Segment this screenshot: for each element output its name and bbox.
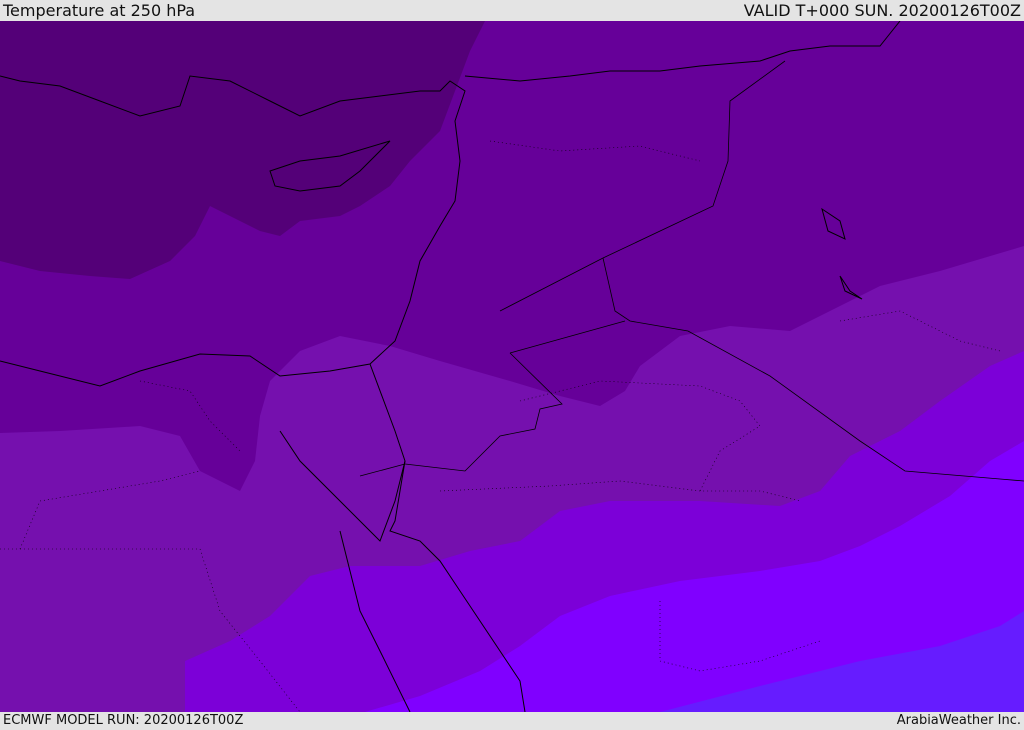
footer-bar: ECMWF MODEL RUN: 20200126T00Z ArabiaWeat… [0, 712, 1024, 729]
valid-time: VALID T+000 SUN. 20200126T00Z [743, 1, 1021, 20]
temperature-map[interactable] [0, 21, 1024, 712]
header-bar: Temperature at 250 hPa VALID T+000 SUN. … [0, 0, 1024, 21]
map-title: Temperature at 250 hPa [3, 1, 196, 20]
model-run: ECMWF MODEL RUN: 20200126T00Z [3, 713, 244, 728]
credit: ArabiaWeather Inc. [896, 713, 1021, 728]
